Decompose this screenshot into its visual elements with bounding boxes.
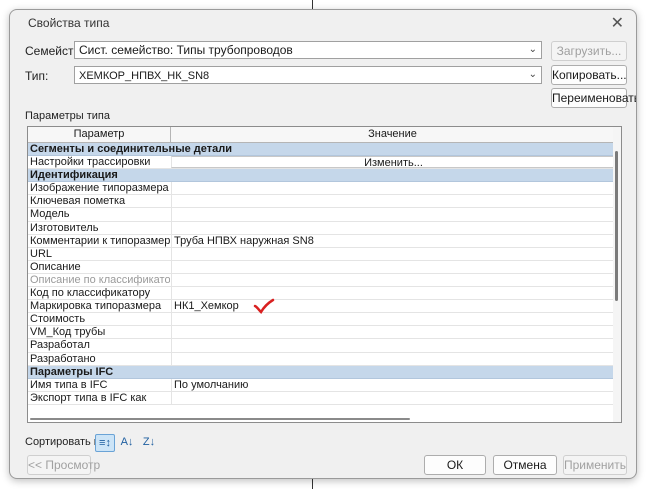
parameter-value[interactable]: НК1_Хемкор	[171, 300, 614, 313]
dialog-title: Свойства типа	[28, 16, 110, 30]
parameter-value[interactable]	[171, 221, 614, 234]
type-properties-dialog: Свойства типа ✕ Семейство: Сист. семейст…	[9, 9, 637, 479]
grid-header: Параметр Значение	[28, 127, 614, 143]
table-row[interactable]: Разработано	[28, 352, 614, 366]
parameter-name: Маркировка типоразмера	[30, 300, 162, 313]
table-row[interactable]: Маркировка типоразмера НК1_Хемкор	[28, 298, 614, 315]
group-label: Параметры IFC	[30, 365, 114, 378]
group-label: Идентификация	[30, 169, 118, 182]
scrollbar-thumb[interactable]	[30, 418, 410, 420]
background-line-top	[312, 0, 313, 9]
parameter-name: Изображение типоразмера	[30, 182, 169, 195]
table-row[interactable]: Стоимость	[28, 313, 614, 327]
close-icon[interactable]: ✕	[611, 13, 624, 33]
parameter-value[interactable]	[171, 326, 614, 339]
parameter-value[interactable]	[171, 182, 614, 195]
vertical-scrollbar[interactable]	[613, 127, 621, 422]
table-row[interactable]: Имя типа в IFC По умолчанию	[28, 378, 614, 392]
group-label: Сегменты и соединительные детали	[30, 143, 232, 155]
parameter-name: Описание	[30, 260, 81, 273]
sort-by-group-icon[interactable]: ≡↕	[95, 434, 115, 452]
parameter-value[interactable]	[171, 247, 614, 260]
parameter-name: Комментарии к типоразмеру	[30, 234, 170, 247]
type-select[interactable]: ХЕМКОР_НПВХ_НК_SN8 ⌄	[74, 66, 542, 84]
table-row[interactable]: Ключевая пометка	[28, 195, 614, 209]
group-row[interactable]: Сегменты и соединительные детали	[28, 143, 614, 157]
ok-button[interactable]: ОК	[424, 455, 486, 475]
background-line-bottom	[312, 478, 313, 489]
parameter-name: Код по классификатору	[30, 287, 151, 300]
parameter-value[interactable]	[171, 195, 614, 208]
parameter-value[interactable]	[171, 339, 614, 352]
family-value: Сист. семейство: Типы трубопроводов	[79, 43, 293, 57]
column-header-parameter[interactable]: Параметр	[28, 127, 171, 142]
parameter-value[interactable]: Труба НПВХ наружная SN8	[171, 234, 614, 247]
type-value: ХЕМКОР_НПВХ_НК_SN8	[79, 70, 210, 82]
parameter-name: Изготовитель	[30, 221, 99, 234]
type-parameters-label: Параметры типа	[25, 110, 110, 122]
parameter-name: Разработал	[30, 339, 90, 352]
sort-ascending-icon[interactable]: A↓	[117, 434, 137, 452]
column-header-value[interactable]: Значение	[171, 127, 614, 142]
group-row[interactable]: Идентификация	[28, 169, 614, 183]
apply-button[interactable]: Применить	[563, 455, 627, 475]
parameter-value[interactable]	[171, 352, 614, 365]
table-row[interactable]: Разработал	[28, 339, 614, 353]
table-row[interactable]: Описание	[28, 260, 614, 274]
parameter-name: Модель	[30, 208, 70, 221]
parameter-name: Настройки трассировки	[30, 156, 151, 169]
parameter-name: Имя типа в IFC	[30, 378, 108, 391]
table-row[interactable]: Модель	[28, 208, 614, 222]
parameter-name: Стоимость	[30, 313, 86, 326]
table-row[interactable]: Комментарии к типоразмеру Труба НПВХ нару…	[28, 234, 614, 248]
copy-button[interactable]: Копировать...	[551, 65, 627, 85]
parameter-name: Описание по классификатору	[30, 273, 170, 286]
table-row[interactable]: Изготовитель	[28, 221, 614, 235]
parameter-name: URL	[30, 247, 53, 260]
chevron-down-icon: ⌄	[528, 44, 537, 55]
type-label: Тип:	[25, 69, 49, 83]
parameter-value[interactable]	[171, 260, 614, 273]
horizontal-scrollbar[interactable]	[28, 416, 614, 422]
grid-rows: Сегменты и соединительные детали Настройк…	[28, 143, 614, 405]
family-select[interactable]: Сист. семейство: Типы трубопроводов ⌄	[74, 41, 542, 59]
parameter-value[interactable]	[171, 287, 614, 300]
parameter-value[interactable]	[171, 313, 614, 326]
title-bar[interactable]: Свойства типа ✕	[10, 10, 636, 36]
scrollbar-thumb[interactable]	[615, 151, 618, 301]
table-row[interactable]: Описание по классификатору	[28, 273, 614, 288]
table-row[interactable]: Код по классификатору	[28, 287, 614, 301]
rename-button[interactable]: Переименовать...	[551, 88, 636, 108]
parameter-name: Экспорт типа в IFC как	[30, 391, 147, 404]
edit-routing-button[interactable]: Изменить...	[171, 156, 614, 169]
table-row[interactable]: URL	[28, 247, 614, 261]
parameter-value[interactable]	[171, 208, 614, 221]
load-button[interactable]: Загрузить...	[551, 41, 627, 61]
chevron-down-icon: ⌄	[528, 69, 537, 80]
parameter-value[interactable]: По умолчанию	[171, 378, 614, 391]
table-row[interactable]: VM_Код трубы	[28, 326, 614, 340]
cancel-button[interactable]: Отмена	[493, 455, 557, 475]
checkmark-icon	[253, 298, 275, 315]
table-row[interactable]: Изображение типоразмера	[28, 182, 614, 196]
sort-descending-icon[interactable]: Z↓	[139, 434, 159, 452]
parameter-value[interactable]	[171, 391, 614, 404]
parameter-name: Разработано	[30, 352, 96, 365]
table-row[interactable]: Экспорт типа в IFC как	[28, 391, 614, 405]
parameter-value[interactable]	[171, 273, 614, 287]
type-parameters-grid: Параметр Значение Сегменты и соединитель…	[27, 126, 622, 423]
group-row[interactable]: Параметры IFC	[28, 365, 614, 379]
parameter-name: Ключевая пометка	[30, 195, 126, 208]
table-row[interactable]: Настройки трассировки Изменить...	[28, 156, 614, 170]
preview-button[interactable]: << Просмотр	[27, 455, 100, 475]
parameter-name: VM_Код трубы	[30, 326, 106, 339]
